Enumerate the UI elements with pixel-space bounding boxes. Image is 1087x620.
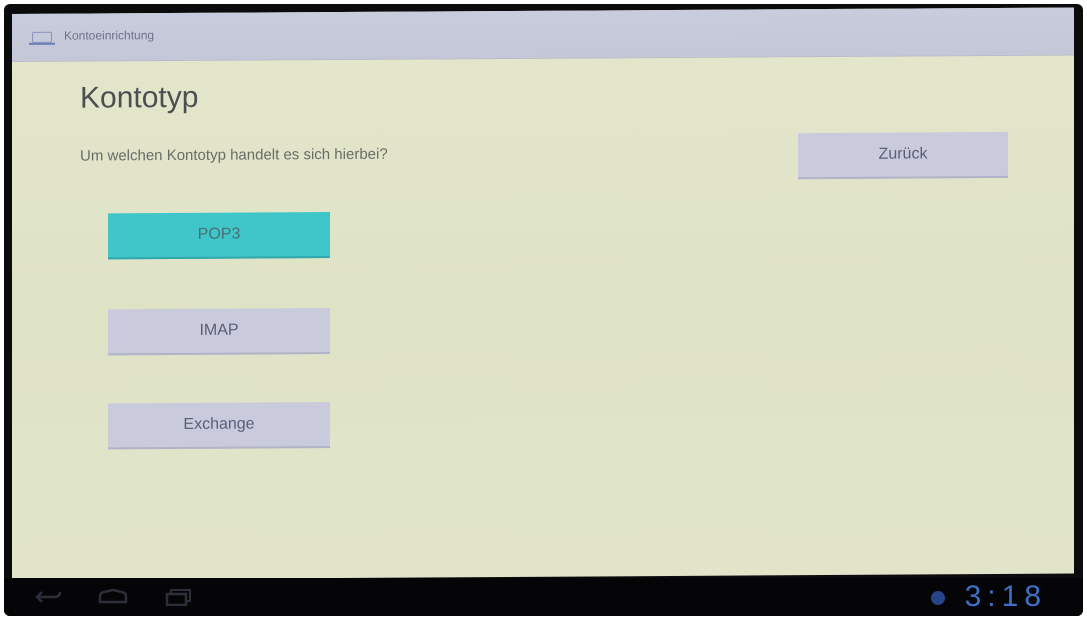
status-icon — [931, 591, 945, 605]
exchange-button[interactable]: Exchange — [108, 402, 330, 450]
system-nav-bar: 3:18 — [4, 578, 1083, 616]
home-icon[interactable] — [96, 586, 130, 608]
mail-icon[interactable] — [29, 30, 55, 45]
app-screen: Kontoeinrichtung Kontotyp Um welchen Kon… — [12, 7, 1074, 581]
account-type-question: Um welchen Kontotyp handelt es sich hier… — [80, 145, 388, 165]
back-button[interactable]: Zurück — [798, 131, 1008, 180]
device-frame: Kontoeinrichtung Kontotyp Um welchen Kon… — [4, 4, 1083, 616]
pop3-button[interactable]: POP3 — [108, 212, 330, 260]
action-bar-title: Kontoeinrichtung — [64, 28, 155, 43]
recent-apps-icon[interactable] — [162, 586, 196, 608]
clock[interactable]: 3:18 — [965, 580, 1047, 614]
imap-button[interactable]: IMAP — [108, 308, 330, 356]
action-bar: Kontoeinrichtung — [12, 7, 1074, 62]
page-title: Kontotyp — [80, 80, 199, 115]
back-icon[interactable] — [32, 586, 66, 608]
